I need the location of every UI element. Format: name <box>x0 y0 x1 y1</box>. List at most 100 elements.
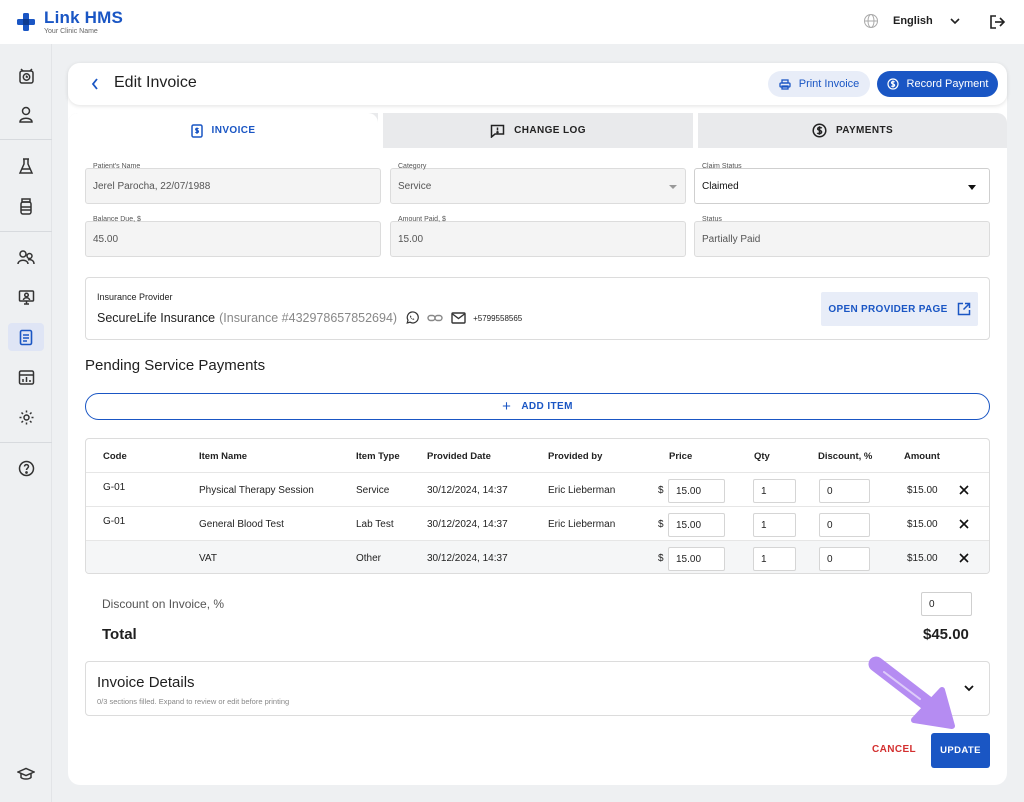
top-bar: Link HMS Your Clinic Name English <box>0 0 1024 44</box>
add-item-button[interactable]: + ADD ITEM <box>85 393 990 420</box>
sidebar <box>0 44 52 802</box>
record-payment-button[interactable]: Record Payment <box>877 71 998 97</box>
sidebar-item-lab[interactable] <box>14 154 38 178</box>
insurance-provider-label: Insurance Provider <box>97 292 173 302</box>
insurance-phone: +5799558565 <box>473 313 523 323</box>
amount-paid-label: Amount Paid, $ <box>397 216 447 223</box>
row-discount-input[interactable]: 0 <box>819 513 870 537</box>
print-invoice-button[interactable]: Print Invoice <box>768 71 870 97</box>
row-amount: $15.00 <box>907 485 938 496</box>
invoice-discount-label: Discount on Invoice, % <box>102 597 225 611</box>
cancel-button[interactable]: CANCEL <box>872 744 916 755</box>
column-header-qty: Qty <box>754 451 770 462</box>
invoice-discount-input[interactable]: 0 <box>921 592 972 616</box>
sidebar-item-staff[interactable] <box>14 245 38 269</box>
sidebar-item-billing[interactable] <box>8 323 44 351</box>
claim-status-label: Claim Status <box>701 163 743 170</box>
globe-icon <box>864 14 878 28</box>
row-price-input[interactable]: 15.00 <box>668 513 725 537</box>
comment-alert-icon <box>490 124 505 138</box>
pending-section-title: Pending Service Payments <box>85 357 266 374</box>
total-label: Total <box>102 626 137 643</box>
services-table: Code Item Name Item Type Provided Date P… <box>85 438 990 574</box>
row-currency: $ <box>658 485 664 496</box>
app-logo[interactable]: Link HMS Your Clinic Name <box>16 9 123 35</box>
category-value: Service <box>398 181 432 192</box>
column-header-item-type: Item Type <box>356 451 400 462</box>
row-code: G-01 <box>103 482 126 493</box>
balance-due-field[interactable]: Balance Due, $ 45.00 <box>85 216 381 257</box>
open-provider-page-button[interactable]: OPEN PROVIDER PAGE <box>821 292 978 326</box>
sidebar-item-academy[interactable] <box>14 762 38 786</box>
caret-down-icon <box>968 185 976 190</box>
category-select[interactable]: Category Service <box>390 163 686 204</box>
monitor-user-icon <box>18 289 34 305</box>
sidebar-item-settings[interactable] <box>14 405 38 429</box>
update-label: UPDATE <box>940 745 981 756</box>
update-button[interactable]: UPDATE <box>931 733 990 768</box>
gear-icon <box>19 410 33 424</box>
record-payment-label: Record Payment <box>906 78 989 90</box>
add-item-label: ADD ITEM <box>521 401 573 412</box>
tab-invoice[interactable]: INVOICE <box>68 113 378 148</box>
insurance-provider-panel: Insurance Provider SecureLife Insurance … <box>85 277 990 340</box>
balance-due-label: Balance Due, $ <box>92 216 142 223</box>
sidebar-item-appointments[interactable] <box>14 64 38 88</box>
tab-payments[interactable]: PAYMENTS <box>698 113 1007 148</box>
app-name: Link HMS <box>44 8 124 27</box>
invoice-details-title: Invoice Details <box>97 674 195 691</box>
language-selector[interactable]: English <box>863 13 961 29</box>
row-item-name: Physical Therapy Session <box>199 485 314 496</box>
chevron-down-icon <box>950 18 960 25</box>
flask-icon <box>18 157 34 174</box>
row-amount: $15.00 <box>907 519 938 530</box>
row-qty-input[interactable]: 1 <box>753 547 796 571</box>
row-discount-input[interactable]: 0 <box>819 547 870 571</box>
row-code: G-01 <box>103 516 126 527</box>
row-price-input[interactable]: 15.00 <box>668 479 725 503</box>
category-label: Category <box>397 163 428 170</box>
remove-row-icon[interactable] <box>959 553 969 563</box>
patient-name-field[interactable]: Patient's Name Jerel Parocha, 22/07/1988 <box>85 163 381 204</box>
invoice-details-accordion[interactable]: Invoice Details 0/3 sections filled. Exp… <box>85 661 990 716</box>
logout-icon[interactable] <box>989 14 1006 30</box>
print-invoice-label: Print Invoice <box>798 78 860 90</box>
whatsapp-icon[interactable] <box>405 311 419 325</box>
sidebar-item-patients[interactable] <box>14 102 38 126</box>
invoice-icon <box>19 329 33 345</box>
page-header: Edit Invoice Print Invoice Record Paymen… <box>68 63 1007 105</box>
sidebar-item-pharmacy[interactable] <box>14 194 38 218</box>
claim-status-select[interactable]: Claim Status Claimed <box>694 163 990 204</box>
row-item-name: VAT <box>199 553 217 564</box>
column-header-amount: Amount <box>904 451 940 462</box>
row-qty-input[interactable]: 1 <box>753 513 796 537</box>
tab-change-log[interactable]: CHANGE LOG <box>383 113 693 148</box>
row-provided-date: 30/12/2024, 14:37 <box>427 519 508 530</box>
logo-cross-icon <box>17 13 35 31</box>
tab-change-log-label: CHANGE LOG <box>514 125 586 136</box>
link-icon[interactable] <box>427 311 443 325</box>
remove-row-icon[interactable] <box>959 485 969 495</box>
remove-row-icon[interactable] <box>959 519 969 529</box>
row-provided-by: Eric Lieberman <box>548 519 616 530</box>
row-discount-input[interactable]: 0 <box>819 479 870 503</box>
sidebar-item-reports[interactable] <box>14 365 38 389</box>
sidebar-item-telehealth[interactable] <box>14 285 38 309</box>
row-item-name: General Blood Test <box>199 519 284 530</box>
back-arrow-icon[interactable] <box>90 77 100 91</box>
patient-name-label: Patient's Name <box>92 163 142 170</box>
column-header-provided-by: Provided by <box>548 451 603 462</box>
chevron-down-icon[interactable] <box>963 684 975 692</box>
insurance-name: SecureLife Insurance <box>97 311 216 325</box>
row-currency: $ <box>658 553 664 564</box>
status-field[interactable]: Status Partially Paid <box>694 216 990 257</box>
table-row: G-01 Physical Therapy Session Service 30… <box>86 472 989 506</box>
sidebar-item-help[interactable] <box>14 456 38 480</box>
row-price-input[interactable]: 15.00 <box>668 547 725 571</box>
clinic-name: Your Clinic Name <box>44 28 98 35</box>
row-provided-date: 30/12/2024, 14:37 <box>427 485 508 496</box>
mail-icon[interactable] <box>451 312 466 324</box>
row-provided-by: Eric Lieberman <box>548 485 616 496</box>
amount-paid-field[interactable]: Amount Paid, $ 15.00 <box>390 216 686 257</box>
row-qty-input[interactable]: 1 <box>753 479 796 503</box>
